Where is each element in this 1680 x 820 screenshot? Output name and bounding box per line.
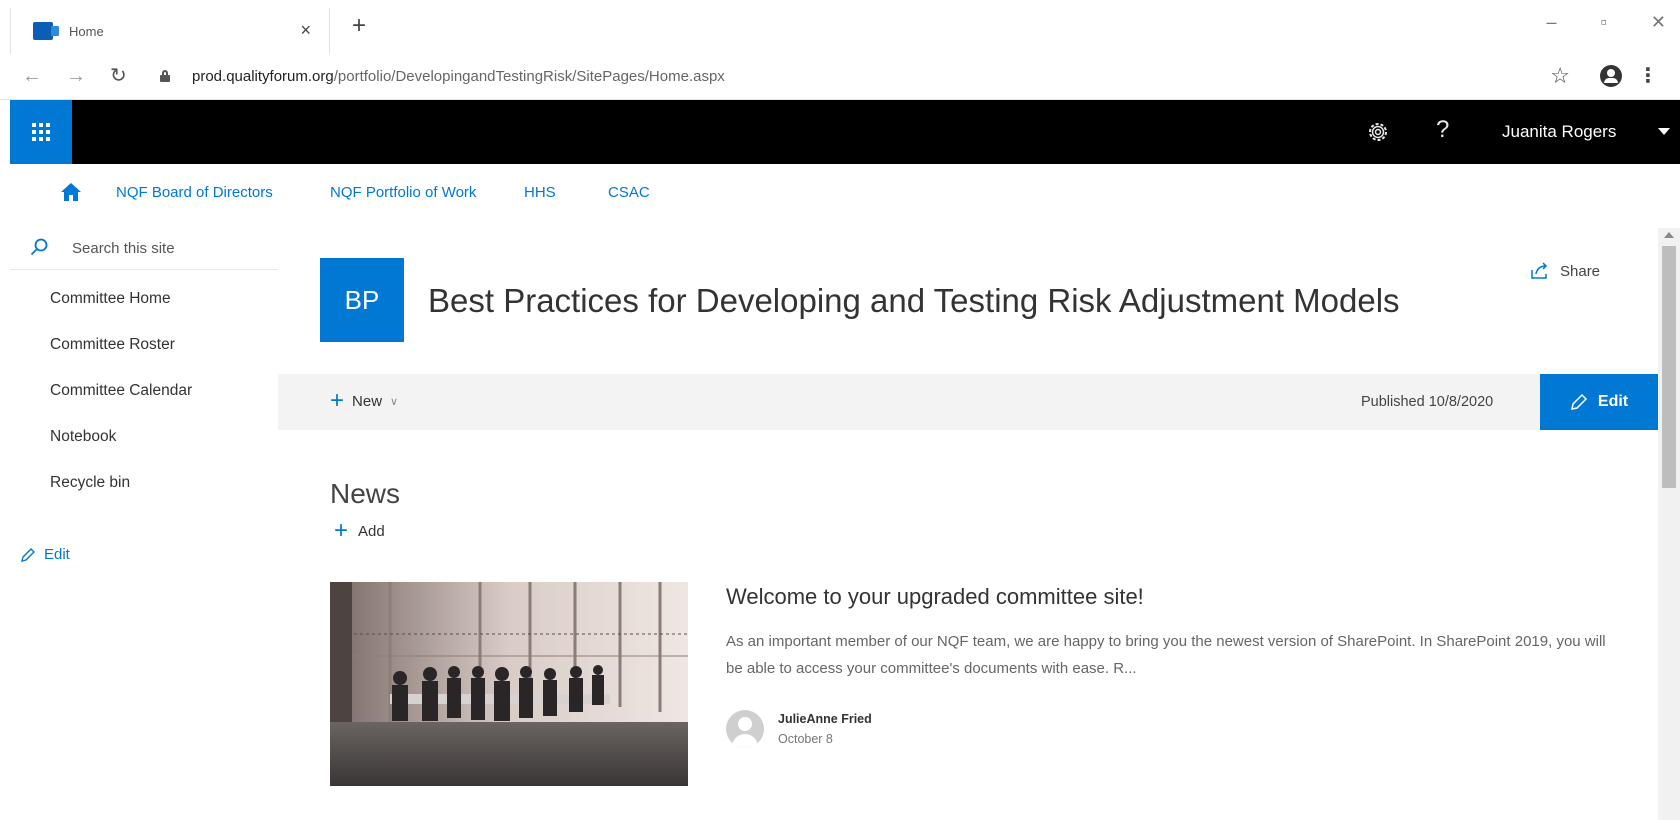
browser-toolbar: ← → ↻ prod.qualityforum.org/portfolio/De…	[0, 54, 1680, 100]
url-host: prod.qualityforum.org	[192, 68, 334, 85]
sharepoint-favicon-icon	[33, 22, 59, 40]
plus-icon: +	[334, 517, 349, 544]
tab-title: Home	[69, 23, 104, 39]
browser-menu-icon[interactable]: ⋮	[1638, 64, 1658, 88]
suite-bar: ? Juanita Rogers	[10, 100, 1680, 164]
gear-icon[interactable]	[1366, 120, 1390, 144]
topnav-link-csac[interactable]: CSAC	[608, 184, 650, 201]
leftnav-edit-link[interactable]: Edit	[20, 546, 70, 563]
minimize-button[interactable]: –	[1547, 12, 1557, 33]
reload-icon[interactable]: ↻	[110, 64, 127, 88]
published-status: Published 10/8/2020	[1361, 394, 1494, 410]
main-content: BP Best Practices for Developing and Tes…	[278, 220, 1658, 820]
pencil-icon	[1570, 393, 1587, 410]
site-logo[interactable]: BP	[320, 258, 404, 342]
browser-tab[interactable]: Home ×	[10, 8, 330, 54]
left-navigation: Search this site Committee Home Committe…	[10, 220, 278, 820]
command-bar: + New ∨ Published 10/8/2020 Edit	[278, 374, 1658, 430]
bookmark-star-icon[interactable]: ☆	[1550, 64, 1570, 88]
app-launcher-icon[interactable]	[10, 100, 72, 164]
topnav-link-hhs[interactable]: HHS	[524, 184, 556, 201]
help-icon[interactable]: ?	[1436, 116, 1449, 144]
scrollbar-thumb[interactable]	[1662, 246, 1676, 488]
add-label: Add	[358, 522, 385, 540]
maximize-button[interactable]: ▫	[1601, 12, 1607, 33]
search-input[interactable]: Search this site	[10, 224, 278, 270]
page-scrollbar[interactable]	[1658, 228, 1680, 820]
topnav-link-portfolio-of-work[interactable]: NQF Portfolio of Work	[330, 184, 476, 201]
address-bar[interactable]: prod.qualityforum.org/portfolio/Developi…	[192, 68, 725, 85]
topnav-link-board-of-directors[interactable]: NQF Board of Directors	[116, 184, 273, 201]
new-label: New	[352, 392, 383, 410]
leftnav-item-recycle-bin[interactable]: Recycle bin	[50, 474, 130, 492]
search-icon	[30, 238, 48, 256]
edit-page-button[interactable]: Edit	[1540, 374, 1658, 430]
pencil-icon	[21, 547, 35, 562]
new-button[interactable]: + New ∨	[330, 387, 399, 414]
chevron-down-icon: ∨	[390, 395, 399, 408]
leftnav-item-committee-roster[interactable]: Committee Roster	[50, 336, 175, 354]
close-window-button[interactable]: ✕	[1651, 12, 1666, 33]
profile-icon[interactable]	[1600, 65, 1622, 87]
site-title: Best Practices for Developing and Testin…	[428, 282, 1400, 319]
forward-arrow-icon[interactable]: →	[66, 64, 86, 88]
share-button[interactable]: Share	[1530, 262, 1600, 280]
url-path: /portfolio/DevelopingandTestingRisk/Site…	[333, 68, 725, 85]
leftnav-edit-label: Edit	[44, 546, 70, 563]
share-icon	[1531, 262, 1548, 279]
add-news-button[interactable]: + Add	[334, 517, 385, 544]
news-thumbnail-image[interactable]	[330, 582, 688, 786]
close-tab-icon[interactable]: ×	[300, 20, 311, 40]
new-tab-button[interactable]: +	[352, 14, 366, 38]
home-icon[interactable]	[60, 182, 82, 202]
scroll-up-arrow-icon[interactable]	[1664, 232, 1674, 238]
search-placeholder: Search this site	[72, 240, 175, 257]
top-navigation: NQF Board of Directors NQF Portfolio of …	[10, 164, 1680, 220]
browser-tabstrip: Home × + – ▫ ✕	[0, 0, 1680, 54]
news-heading: News	[330, 478, 401, 509]
caret-down-icon[interactable]	[1658, 128, 1670, 135]
news-item-title[interactable]: Welcome to your upgraded committee site!	[726, 584, 1144, 610]
back-arrow-icon[interactable]: ←	[22, 64, 42, 88]
leftnav-item-committee-calendar[interactable]: Committee Calendar	[50, 382, 192, 400]
lock-icon[interactable]	[160, 70, 170, 82]
news-date: October 8	[778, 732, 833, 746]
plus-icon: +	[330, 387, 345, 414]
user-name[interactable]: Juanita Rogers	[1502, 122, 1616, 142]
news-author[interactable]: JulieAnne Fried	[778, 712, 872, 726]
share-label: Share	[1560, 262, 1601, 280]
edit-label: Edit	[1597, 393, 1629, 410]
news-item-description: As an important member of our NQF team, …	[726, 633, 1606, 677]
leftnav-item-committee-home[interactable]: Committee Home	[50, 290, 171, 308]
leftnav-item-notebook[interactable]: Notebook	[50, 428, 116, 446]
window-controls: – ▫ ✕	[1547, 12, 1667, 33]
avatar[interactable]	[726, 710, 764, 748]
